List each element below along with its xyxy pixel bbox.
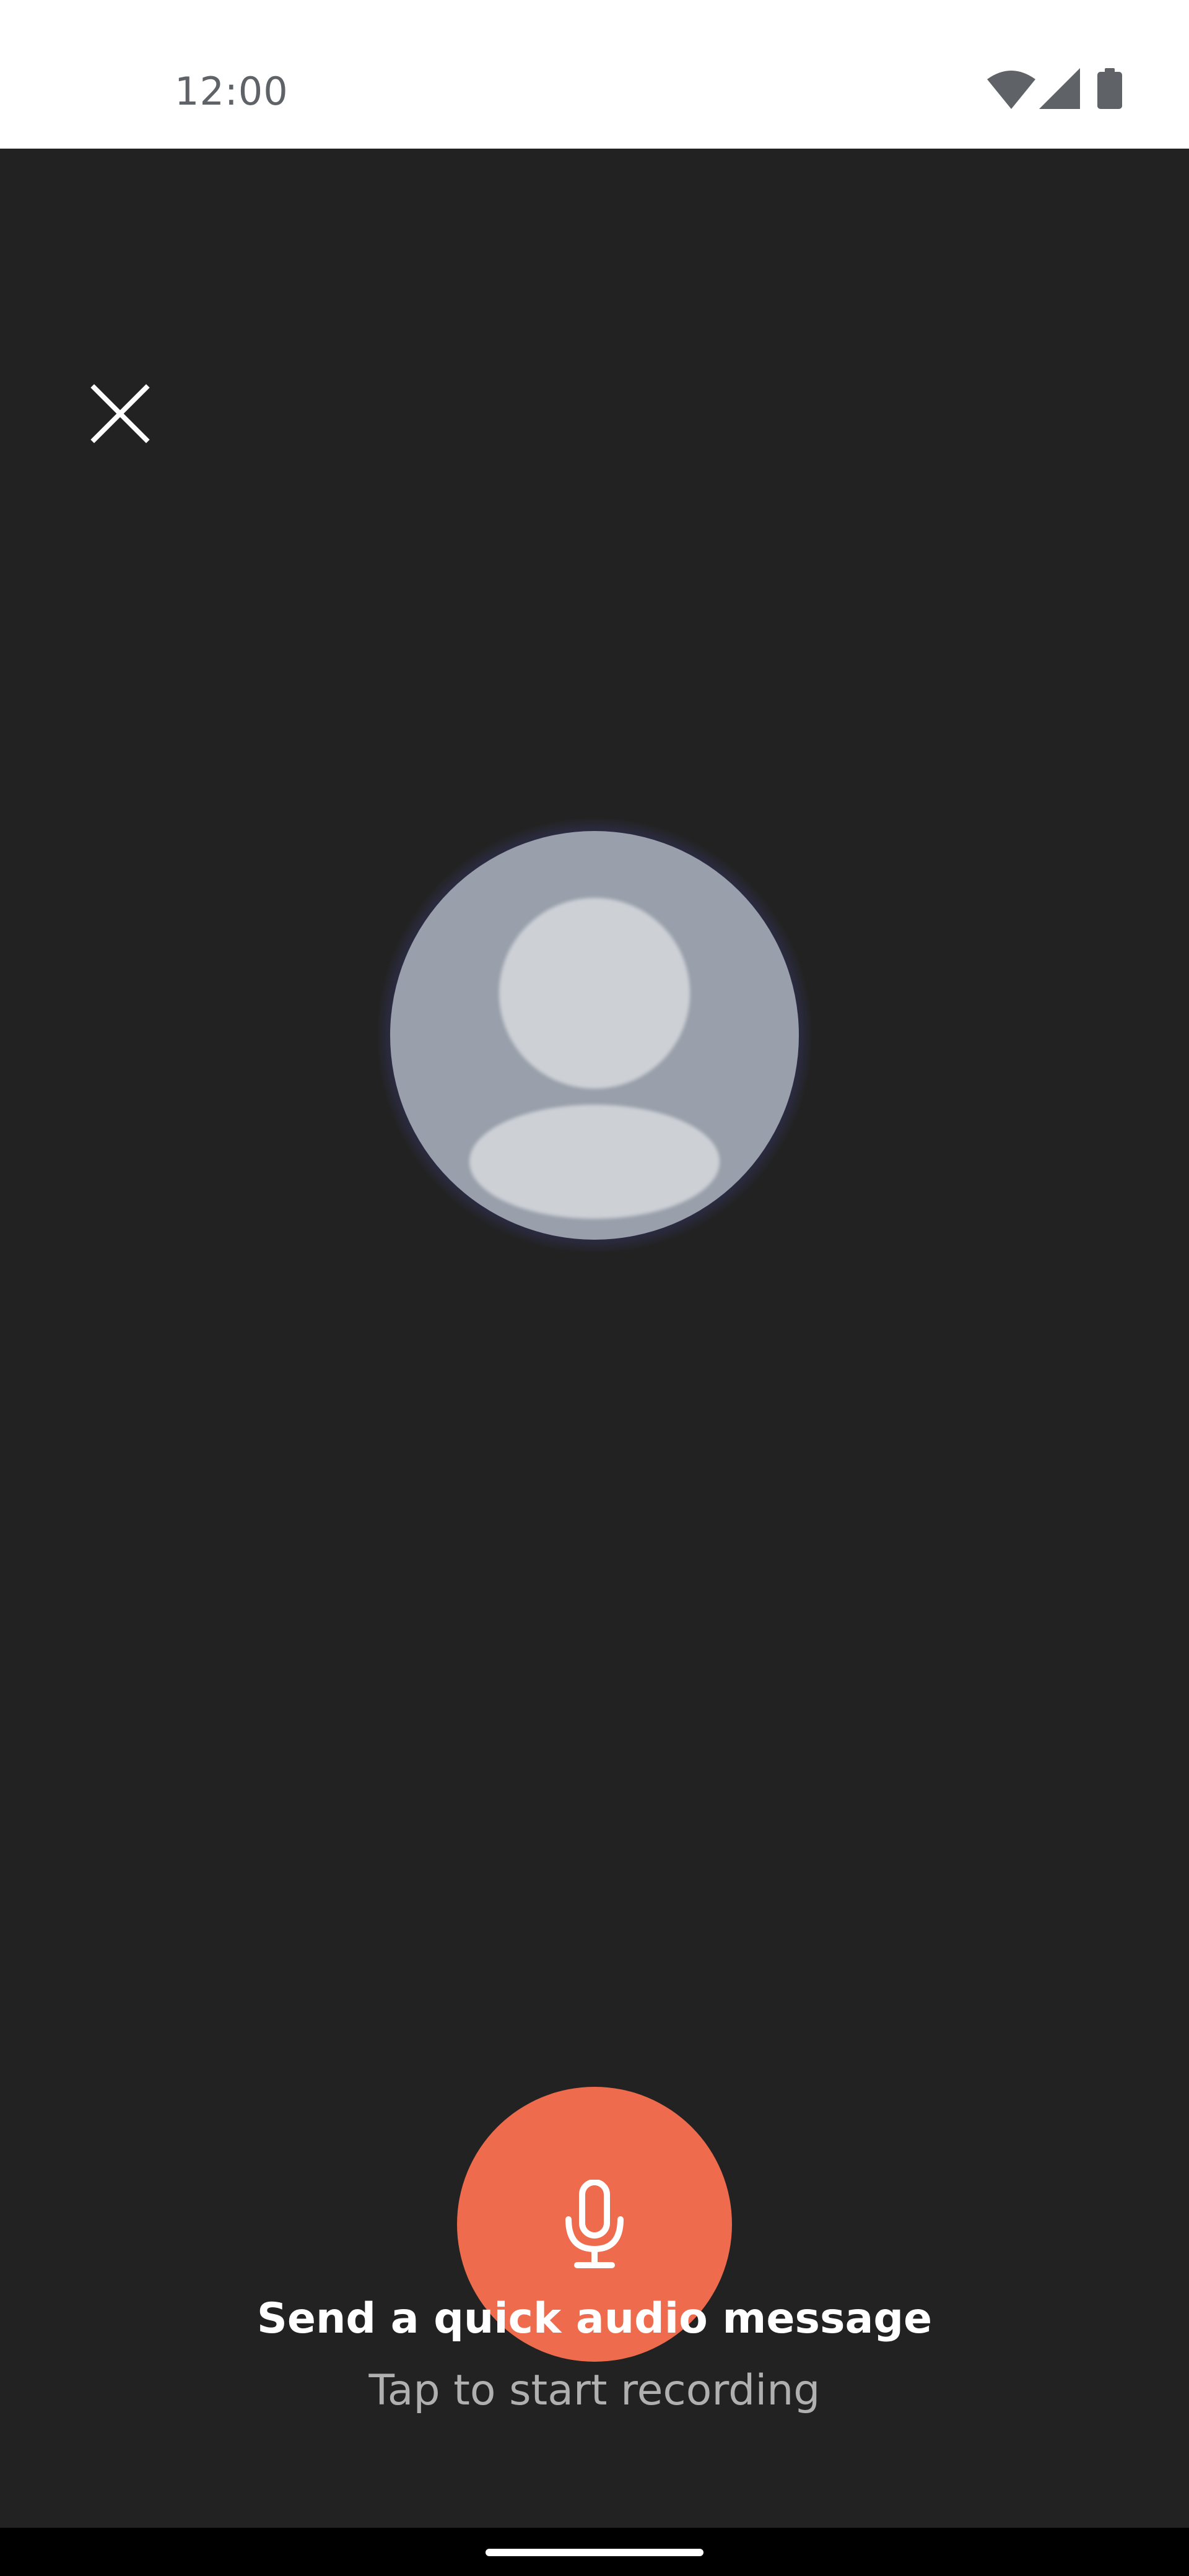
status-bar: 12:00 [0, 0, 1189, 149]
microphone-icon [565, 2180, 624, 2268]
navigation-bar [0, 2528, 1189, 2576]
prompt-subtitle: Tap to start recording [368, 2366, 821, 2415]
person-placeholder-icon [499, 898, 690, 1089]
prompt-title: Send a quick audio message [256, 2294, 933, 2343]
close-icon [90, 384, 150, 443]
close-button[interactable] [78, 372, 162, 456]
avatar [390, 831, 799, 1240]
home-gesture-handle[interactable] [486, 2549, 703, 2556]
battery-icon [1097, 68, 1122, 109]
wifi-icon [987, 71, 1035, 109]
status-time: 12:00 [175, 69, 289, 114]
status-icons [987, 68, 1136, 113]
avatar-container [297, 738, 892, 1333]
audio-message-screen: Send a quick audio message Tap to start … [0, 149, 1189, 2528]
signal-icon [1039, 68, 1080, 109]
person-placeholder-body [469, 1105, 720, 1219]
